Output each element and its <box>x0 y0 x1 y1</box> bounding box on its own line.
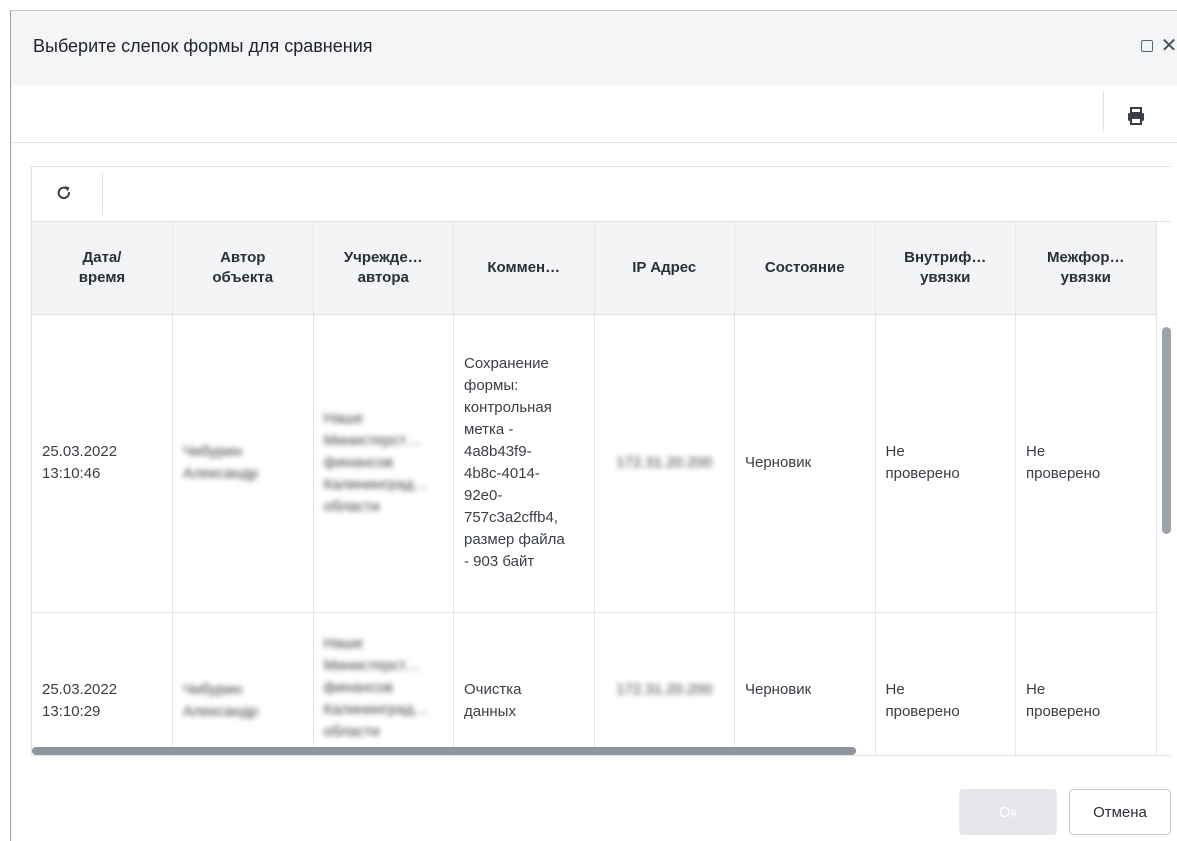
cell-institution: Наше Министерст… финансов Калининград… облас… <box>313 612 454 755</box>
horizontal-scrollbar[interactable] <box>32 747 856 755</box>
cell-datetime: 25.03.2022 13:10:29 <box>32 612 173 755</box>
cell-intraform-links: Не проверено <box>875 314 1016 613</box>
column-header-ip[interactable]: IP Адрес <box>594 222 735 315</box>
cell-institution: Наше Министерст… финансов Калининград… облас… <box>313 314 454 613</box>
cell-author: Чибурин Александр <box>172 612 314 755</box>
cell-comment: Очистка данных <box>453 612 595 755</box>
cell-state: Черновик <box>734 612 876 755</box>
cell-interform-links: Не проверено <box>1015 314 1157 613</box>
ok-button[interactable]: Ок <box>959 789 1057 835</box>
column-header-author[interactable]: Автор объекта <box>172 222 314 315</box>
column-header-interform-links[interactable]: Межфор… увязки <box>1015 222 1157 315</box>
column-header-state[interactable]: Состояние <box>734 222 876 315</box>
grid-toolbar-divider <box>102 173 103 215</box>
table-row[interactable]: 25.03.2022 13:10:46 Чибурин Александр Наше… <box>32 314 1157 613</box>
cancel-button[interactable]: Отмена <box>1069 789 1171 835</box>
cell-intraform-links: Не проверено <box>875 612 1016 755</box>
snapshots-grid: Дата/время Автор объекта Учрежде… автора К… <box>31 166 1171 756</box>
cell-author: Чибурин Александр <box>172 314 314 613</box>
snapshots-table: Дата/время Автор объекта Учрежде… автора К… <box>32 222 1157 755</box>
close-icon[interactable]: ✕ <box>1160 36 1177 56</box>
column-header-datetime[interactable]: Дата/время <box>32 222 173 315</box>
column-header-comment[interactable]: Коммен… <box>453 222 595 315</box>
maximize-icon[interactable] <box>1138 37 1156 55</box>
vertical-scrollbar[interactable] <box>1162 327 1171 534</box>
refresh-icon[interactable] <box>54 183 74 203</box>
column-header-intraform-links[interactable]: Внутриф… увязки <box>875 222 1016 315</box>
cell-ip: 172.31.20.200 <box>594 612 735 755</box>
cell-datetime: 25.03.2022 13:10:46 <box>32 314 173 613</box>
table-row[interactable]: 25.03.2022 13:10:29 Чибурин Александр Наше… <box>32 612 1157 755</box>
column-header-institution[interactable]: Учрежде… автора <box>313 222 454 315</box>
cell-interform-links: Не проверено <box>1015 612 1157 755</box>
dialog-title: Выберите слепок формы для сравнения <box>33 36 373 56</box>
dialog-title-bar: Выберите слепок формы для сравнения ✕ <box>11 11 1177 85</box>
grid-toolbar <box>32 167 1171 222</box>
dialog-toolbar <box>11 85 1177 143</box>
cell-ip: 172.31.20.200 <box>594 314 735 613</box>
print-icon[interactable] <box>1125 105 1147 127</box>
compare-snapshot-dialog: Выберите слепок формы для сравнения ✕ Да… <box>10 10 1177 841</box>
cell-state: Черновик <box>734 314 876 613</box>
table-header-row: Дата/время Автор объекта Учрежде… автора К… <box>32 222 1157 315</box>
toolbar-divider <box>1103 91 1104 131</box>
cell-comment: Сохранение формы: контрольная метка -4a8b43… <box>453 314 595 613</box>
